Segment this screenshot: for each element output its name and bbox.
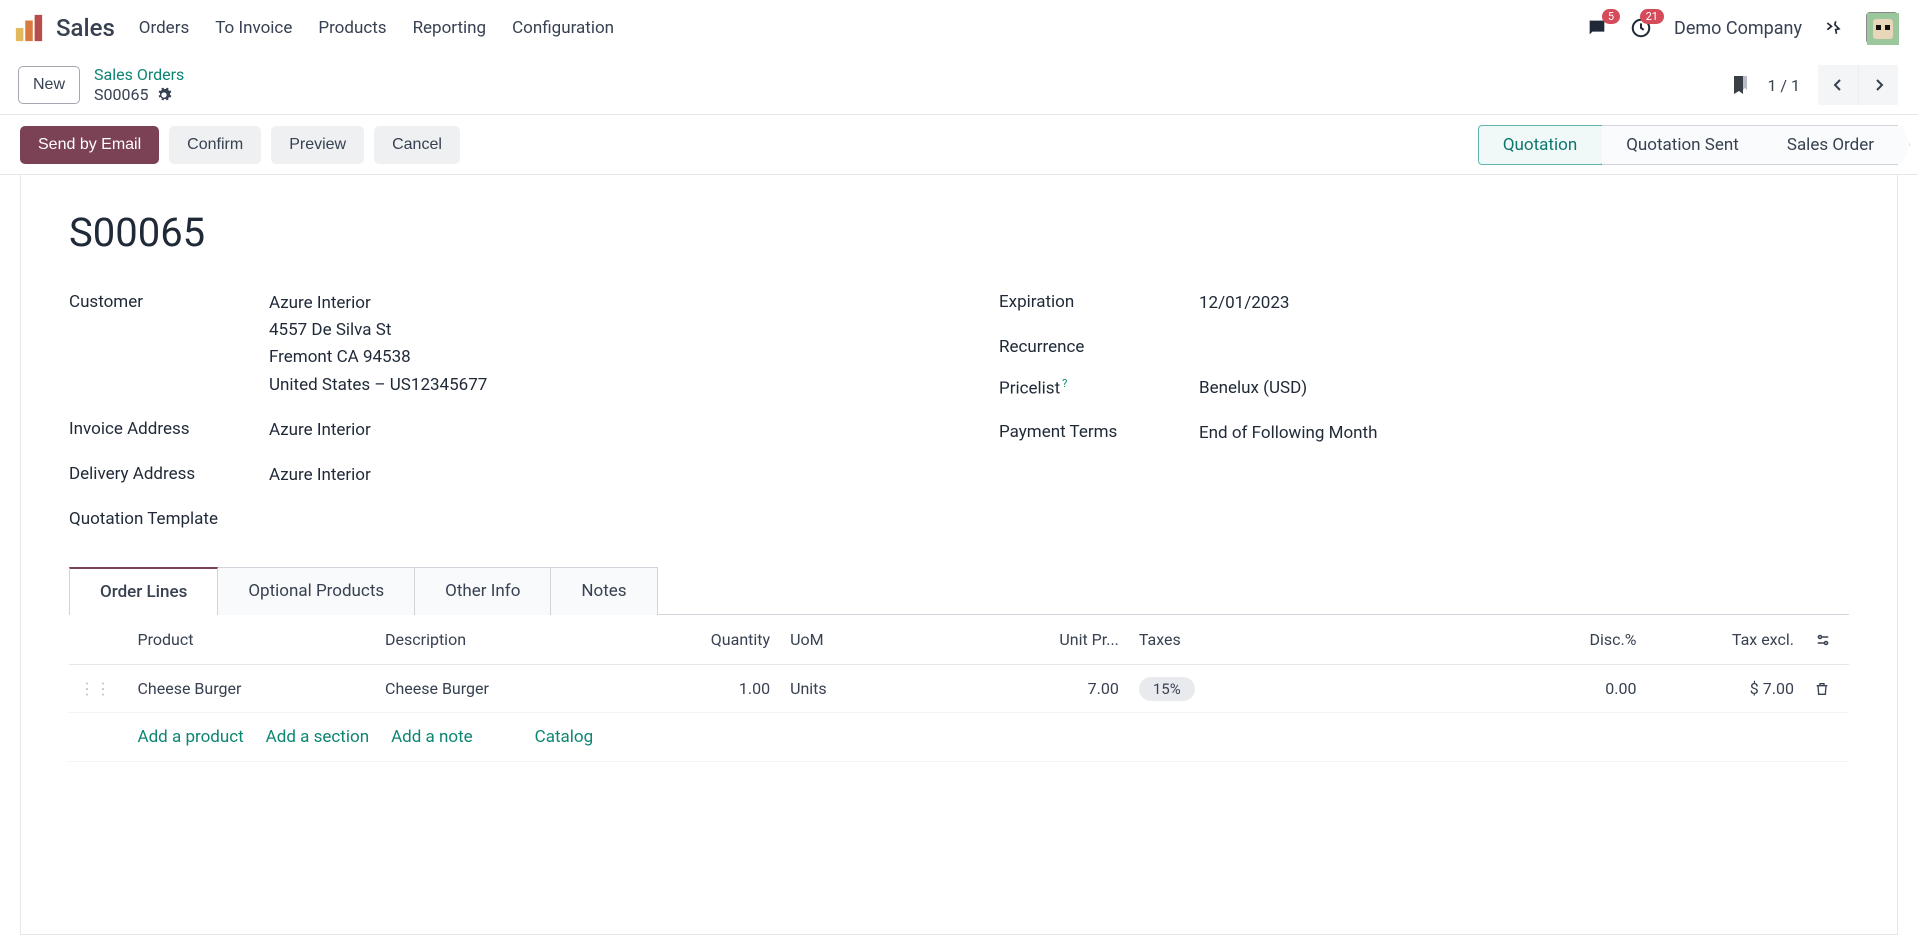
tab-notes[interactable]: Notes xyxy=(551,567,657,615)
table-row[interactable]: ⋮⋮ Cheese Burger Cheese Burger 1.00 Unit… xyxy=(69,665,1849,713)
quotation-template-label: Quotation Template xyxy=(69,507,269,529)
chat-icon[interactable]: 5 xyxy=(1586,17,1608,39)
bookmark-icon[interactable] xyxy=(1731,74,1749,96)
add-note-link[interactable]: Add a note xyxy=(391,727,473,747)
delivery-address-label: Delivery Address xyxy=(69,462,269,484)
expiration-label: Expiration xyxy=(999,290,1199,312)
tab-optional-products[interactable]: Optional Products xyxy=(218,567,415,615)
pager-next-button[interactable] xyxy=(1858,65,1898,105)
pager[interactable]: 1 / 1 xyxy=(1767,76,1800,95)
activity-badge: 21 xyxy=(1640,9,1664,24)
tab-order-lines[interactable]: Order Lines xyxy=(69,567,218,615)
top-menu: Orders To Invoice Products Reporting Con… xyxy=(139,18,614,38)
tabs: Order Lines Optional Products Other Info… xyxy=(69,567,1849,615)
cell-unit-price[interactable]: 7.00 xyxy=(1005,665,1129,713)
col-product: Product xyxy=(128,615,376,665)
tax-chip[interactable]: 15% xyxy=(1139,677,1195,701)
expiration-value[interactable]: 12/01/2023 xyxy=(1199,290,1849,317)
delivery-address-value[interactable]: Azure Interior xyxy=(269,462,919,489)
col-taxes: Taxes xyxy=(1129,615,1523,665)
col-quantity: Quantity xyxy=(656,615,780,665)
menu-orders[interactable]: Orders xyxy=(139,18,189,38)
cell-product[interactable]: Cheese Burger xyxy=(128,665,376,713)
top-nav: Sales Orders To Invoice Products Reporti… xyxy=(0,0,1918,56)
app-title[interactable]: Sales xyxy=(56,14,115,42)
optional-columns-icon[interactable] xyxy=(1814,631,1839,649)
status-sales-order[interactable]: Sales Order xyxy=(1763,125,1898,165)
record-title: S00065 xyxy=(69,209,1849,256)
menu-reporting[interactable]: Reporting xyxy=(413,18,487,38)
col-unit-price: Unit Pr... xyxy=(1005,615,1129,665)
help-icon[interactable]: ? xyxy=(1062,377,1067,390)
add-product-link[interactable]: Add a product xyxy=(138,727,244,747)
payment-terms-value[interactable]: End of Following Month xyxy=(1199,420,1849,447)
app-icon[interactable] xyxy=(14,13,44,43)
invoice-address-label: Invoice Address xyxy=(69,417,269,439)
status-quotation[interactable]: Quotation xyxy=(1478,125,1602,165)
menu-products[interactable]: Products xyxy=(318,18,386,38)
send-by-email-button[interactable]: Send by Email xyxy=(20,126,159,164)
company-switcher[interactable]: Demo Company xyxy=(1674,18,1802,39)
cancel-button[interactable]: Cancel xyxy=(374,126,460,164)
control-bar: New Sales Orders S00065 1 / 1 xyxy=(0,56,1918,115)
cell-description[interactable]: Cheese Burger xyxy=(375,665,656,713)
customer-country: United States – US12345677 xyxy=(269,372,919,399)
col-uom: UoM xyxy=(780,615,1005,665)
menu-configuration[interactable]: Configuration xyxy=(512,18,614,38)
cell-uom[interactable]: Units xyxy=(780,665,1005,713)
pricelist-value[interactable]: Benelux (USD) xyxy=(1199,375,1849,402)
cell-tax-excl: $ 7.00 xyxy=(1646,665,1804,713)
customer-value[interactable]: Azure Interior 4557 De Silva St Fremont … xyxy=(269,290,919,399)
cell-quantity[interactable]: 1.00 xyxy=(656,665,780,713)
add-section-link[interactable]: Add a section xyxy=(266,727,369,747)
new-button[interactable]: New xyxy=(18,66,80,104)
gear-icon[interactable] xyxy=(156,87,172,103)
preview-button[interactable]: Preview xyxy=(271,126,364,164)
customer-name: Azure Interior xyxy=(269,290,919,317)
customer-label: Customer xyxy=(69,290,269,312)
drag-handle-icon[interactable]: ⋮⋮ xyxy=(79,679,111,698)
delete-row-icon[interactable] xyxy=(1814,681,1839,697)
action-bar: Send by Email Confirm Preview Cancel Quo… xyxy=(0,115,1918,175)
tab-other-info[interactable]: Other Info xyxy=(415,567,551,615)
menu-to-invoice[interactable]: To Invoice xyxy=(215,18,292,38)
col-disc: Disc.% xyxy=(1523,615,1647,665)
cell-disc[interactable]: 0.00 xyxy=(1523,665,1647,713)
pricelist-label: Pricelist? xyxy=(999,375,1199,399)
order-lines-table: Product Description Quantity UoM Unit Pr… xyxy=(69,615,1849,762)
activity-icon[interactable]: 21 xyxy=(1630,17,1652,39)
recurrence-label: Recurrence xyxy=(999,335,1199,357)
status-bar: Quotation Quotation Sent Sales Order xyxy=(1478,125,1898,165)
col-description: Description xyxy=(375,615,656,665)
invoice-address-value[interactable]: Azure Interior xyxy=(269,417,919,444)
pager-prev-button[interactable] xyxy=(1818,65,1858,105)
status-quotation-sent[interactable]: Quotation Sent xyxy=(1602,125,1763,165)
catalog-link[interactable]: Catalog xyxy=(535,727,594,747)
customer-street: 4557 De Silva St xyxy=(269,317,919,344)
chat-badge: 5 xyxy=(1602,9,1620,24)
breadcrumb-parent[interactable]: Sales Orders xyxy=(94,65,184,85)
col-tax-excl: Tax excl. xyxy=(1646,615,1804,665)
payment-terms-label: Payment Terms xyxy=(999,420,1199,442)
confirm-button[interactable]: Confirm xyxy=(169,126,261,164)
breadcrumb: Sales Orders S00065 xyxy=(94,65,184,105)
breadcrumb-current: S00065 xyxy=(94,85,148,105)
customer-city: Fremont CA 94538 xyxy=(269,344,919,371)
debug-icon[interactable] xyxy=(1824,18,1844,38)
form-sheet: S00065 Customer Azure Interior 4557 De S… xyxy=(20,175,1898,935)
avatar[interactable] xyxy=(1866,12,1898,44)
